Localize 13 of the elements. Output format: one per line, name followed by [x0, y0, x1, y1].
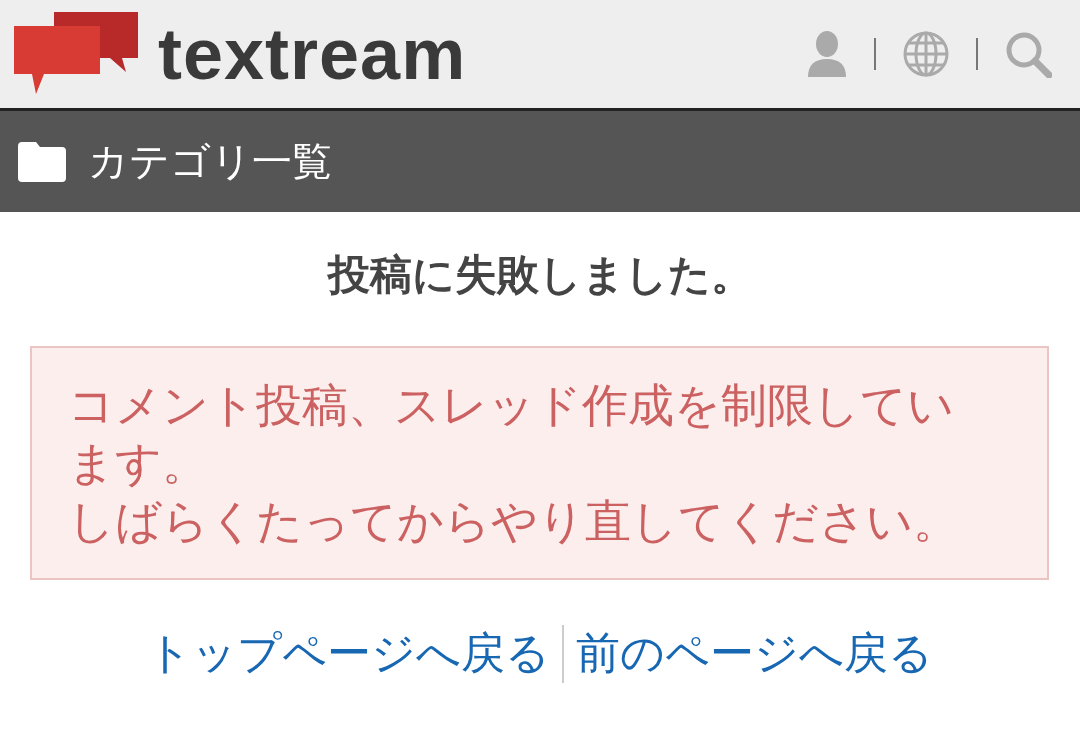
page-title: 投稿に失敗しました。 [326, 249, 754, 301]
category-bar[interactable]: カテゴリ一覧 [0, 111, 1080, 212]
error-text: コメント投稿、スレッド作成を制限しています。 [68, 377, 955, 492]
nav-link[interactable]: 前のページへ戻る [576, 624, 933, 683]
user-icon[interactable] [806, 31, 848, 77]
logo-text[interactable]: textream [158, 18, 467, 90]
folder-icon [18, 141, 66, 182]
search-icon[interactable] [1004, 30, 1052, 78]
nav-link[interactable]: トップページへ戻る [147, 624, 550, 683]
globe-icon[interactable] [902, 30, 950, 78]
category-label: カテゴリ一覧 [88, 137, 332, 186]
error-text: しばらくたってからやり直してください。 [68, 493, 960, 550]
speech-bubbles-icon [14, 12, 138, 96]
